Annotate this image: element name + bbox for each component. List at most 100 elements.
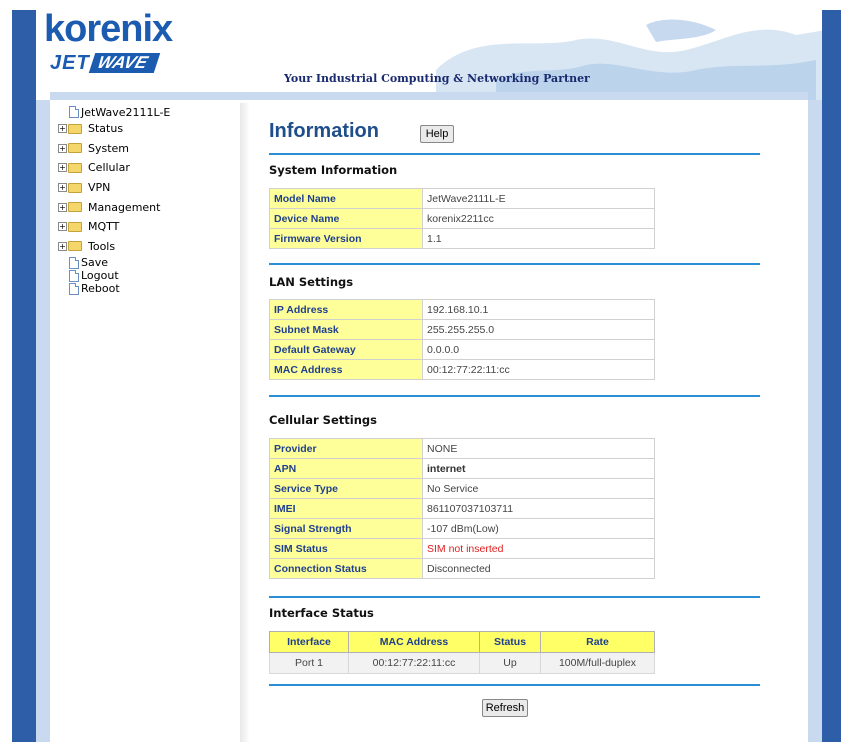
- table-key: Signal Strength: [269, 518, 423, 539]
- folder-icon: [68, 241, 82, 252]
- sidebar-item-label: MQTT: [88, 220, 120, 234]
- section-divider: [269, 395, 760, 397]
- sidebar-divider: [240, 103, 250, 742]
- column-header: Interface: [269, 631, 349, 653]
- table-cell: 00:12:77:22:11:cc: [348, 652, 480, 674]
- expand-plus-icon[interactable]: +: [58, 202, 67, 212]
- table-cell: 100M/full-duplex: [540, 652, 655, 674]
- table-key: Firmware Version: [269, 228, 423, 249]
- table-value: internet: [422, 458, 655, 479]
- expand-plus-icon[interactable]: +: [58, 222, 67, 232]
- sidebar-item-logout[interactable]: Logout: [58, 269, 170, 282]
- refresh-button[interactable]: Refresh: [482, 699, 528, 717]
- page-icon: [69, 269, 79, 282]
- sidebar-item-tools[interactable]: + Tools: [58, 237, 170, 257]
- system-info-table: Model Name JetWave2111L-E Device Name ko…: [269, 188, 655, 249]
- nav-root-label: JetWave2111L-E: [81, 105, 171, 119]
- folder-icon: [68, 182, 82, 193]
- section-divider: [269, 263, 760, 265]
- sidebar-nav: JetWave2111L-E + Status + System + Cellu…: [50, 103, 240, 742]
- sidebar-item-reboot[interactable]: Reboot: [58, 282, 170, 295]
- cellular-settings-table: Provider NONE APN internet Service Type …: [269, 438, 655, 579]
- table-key: Service Type: [269, 478, 423, 499]
- section-divider: [269, 153, 760, 155]
- table-value: 861107037103711: [422, 498, 655, 519]
- sidebar-item-management[interactable]: + Management: [58, 197, 170, 217]
- sim-status-value: SIM not inserted: [422, 538, 655, 559]
- table-row: Provider NONE: [269, 438, 655, 459]
- column-header: Rate: [540, 631, 655, 653]
- table-key: SIM Status: [269, 538, 423, 559]
- table-key: Connection Status: [269, 558, 423, 579]
- lan-settings-table: IP Address 192.168.10.1 Subnet Mask 255.…: [269, 299, 655, 380]
- help-button[interactable]: Help: [420, 125, 454, 143]
- sidebar-item-vpn[interactable]: + VPN: [58, 178, 170, 198]
- expand-plus-icon[interactable]: +: [58, 183, 67, 193]
- table-row: Service Type No Service: [269, 478, 655, 499]
- folder-icon: [68, 143, 82, 154]
- sidebar-item-mqtt[interactable]: + MQTT: [58, 217, 170, 237]
- table-row: IMEI 861107037103711: [269, 498, 655, 519]
- folder-icon: [68, 123, 82, 134]
- frame-left-stripe: [36, 10, 50, 742]
- table-header-row: Interface MAC Address Status Rate: [269, 631, 655, 653]
- table-row: Model Name JetWave2111L-E: [269, 188, 655, 209]
- nav-tree: JetWave2111L-E + Status + System + Cellu…: [58, 105, 170, 295]
- sidebar-item-cellular[interactable]: + Cellular: [58, 158, 170, 178]
- expand-plus-icon[interactable]: +: [58, 143, 67, 153]
- table-value: 1.1: [422, 228, 655, 249]
- table-row: Device Name korenix2211cc: [269, 208, 655, 229]
- sidebar-item-status[interactable]: + Status: [58, 119, 170, 139]
- page-icon: [69, 282, 79, 295]
- table-row: Port 1 00:12:77:22:11:cc Up 100M/full-du…: [269, 652, 655, 674]
- table-value: 255.255.255.0: [422, 319, 655, 340]
- column-header: Status: [479, 631, 541, 653]
- world-map-decoration: [436, 19, 822, 100]
- table-value: JetWave2111L-E: [422, 188, 655, 209]
- frame-right-stripe: [808, 10, 822, 742]
- expand-plus-icon[interactable]: +: [58, 124, 67, 134]
- nav-root-item[interactable]: JetWave2111L-E: [58, 105, 170, 119]
- table-value: Disconnected: [422, 558, 655, 579]
- table-row: Subnet Mask 255.255.255.0: [269, 319, 655, 340]
- frame-left-bar: [12, 10, 36, 742]
- table-cell: Up: [479, 652, 541, 674]
- lan-settings-title: LAN Settings: [269, 275, 354, 289]
- folder-icon: [68, 221, 82, 232]
- column-header: MAC Address: [348, 631, 480, 653]
- table-key: IP Address: [269, 299, 423, 320]
- table-cell: Port 1: [269, 652, 349, 674]
- sidebar-item-save[interactable]: Save: [58, 256, 170, 269]
- interface-status-table: Interface MAC Address Status Rate Port 1…: [269, 631, 655, 674]
- table-row: SIM Status SIM not inserted: [269, 538, 655, 559]
- table-value: 00:12:77:22:11:cc: [422, 359, 655, 380]
- header-divider: [50, 92, 808, 100]
- system-info-title: System Information: [269, 163, 398, 177]
- table-row: Signal Strength -107 dBm(Low): [269, 518, 655, 539]
- page-title: Information: [269, 120, 379, 142]
- interface-status-title: Interface Status: [269, 606, 374, 620]
- table-value: 0.0.0.0: [422, 339, 655, 360]
- table-key: Default Gateway: [269, 339, 423, 360]
- jetwave-logo-wave: WAVE: [88, 53, 160, 73]
- table-value: NONE: [422, 438, 655, 459]
- table-row: Connection Status Disconnected: [269, 558, 655, 579]
- sidebar-item-label: VPN: [88, 181, 111, 195]
- header-banner: korenix JET WAVE Your Industrial Computi…: [36, 10, 822, 100]
- korenix-logo: korenix: [44, 10, 173, 50]
- table-row: IP Address 192.168.10.1: [269, 299, 655, 320]
- cellular-settings-title: Cellular Settings: [269, 413, 377, 427]
- jetwave-logo: JET WAVE: [50, 52, 160, 74]
- sidebar-item-system[interactable]: + System: [58, 139, 170, 159]
- header-tagline: Your Industrial Computing & Networking P…: [284, 72, 590, 85]
- table-key: Model Name: [269, 188, 423, 209]
- sidebar-item-label: System: [88, 141, 130, 155]
- expand-plus-icon[interactable]: +: [58, 163, 67, 173]
- table-row: Firmware Version 1.1: [269, 228, 655, 249]
- main-content: Information Help System Information Mode…: [250, 103, 808, 742]
- frame-right-bar: [822, 10, 841, 742]
- expand-plus-icon[interactable]: +: [58, 241, 67, 251]
- table-key: IMEI: [269, 498, 423, 519]
- sidebar-item-label: Tools: [88, 239, 116, 253]
- folder-icon: [68, 202, 82, 213]
